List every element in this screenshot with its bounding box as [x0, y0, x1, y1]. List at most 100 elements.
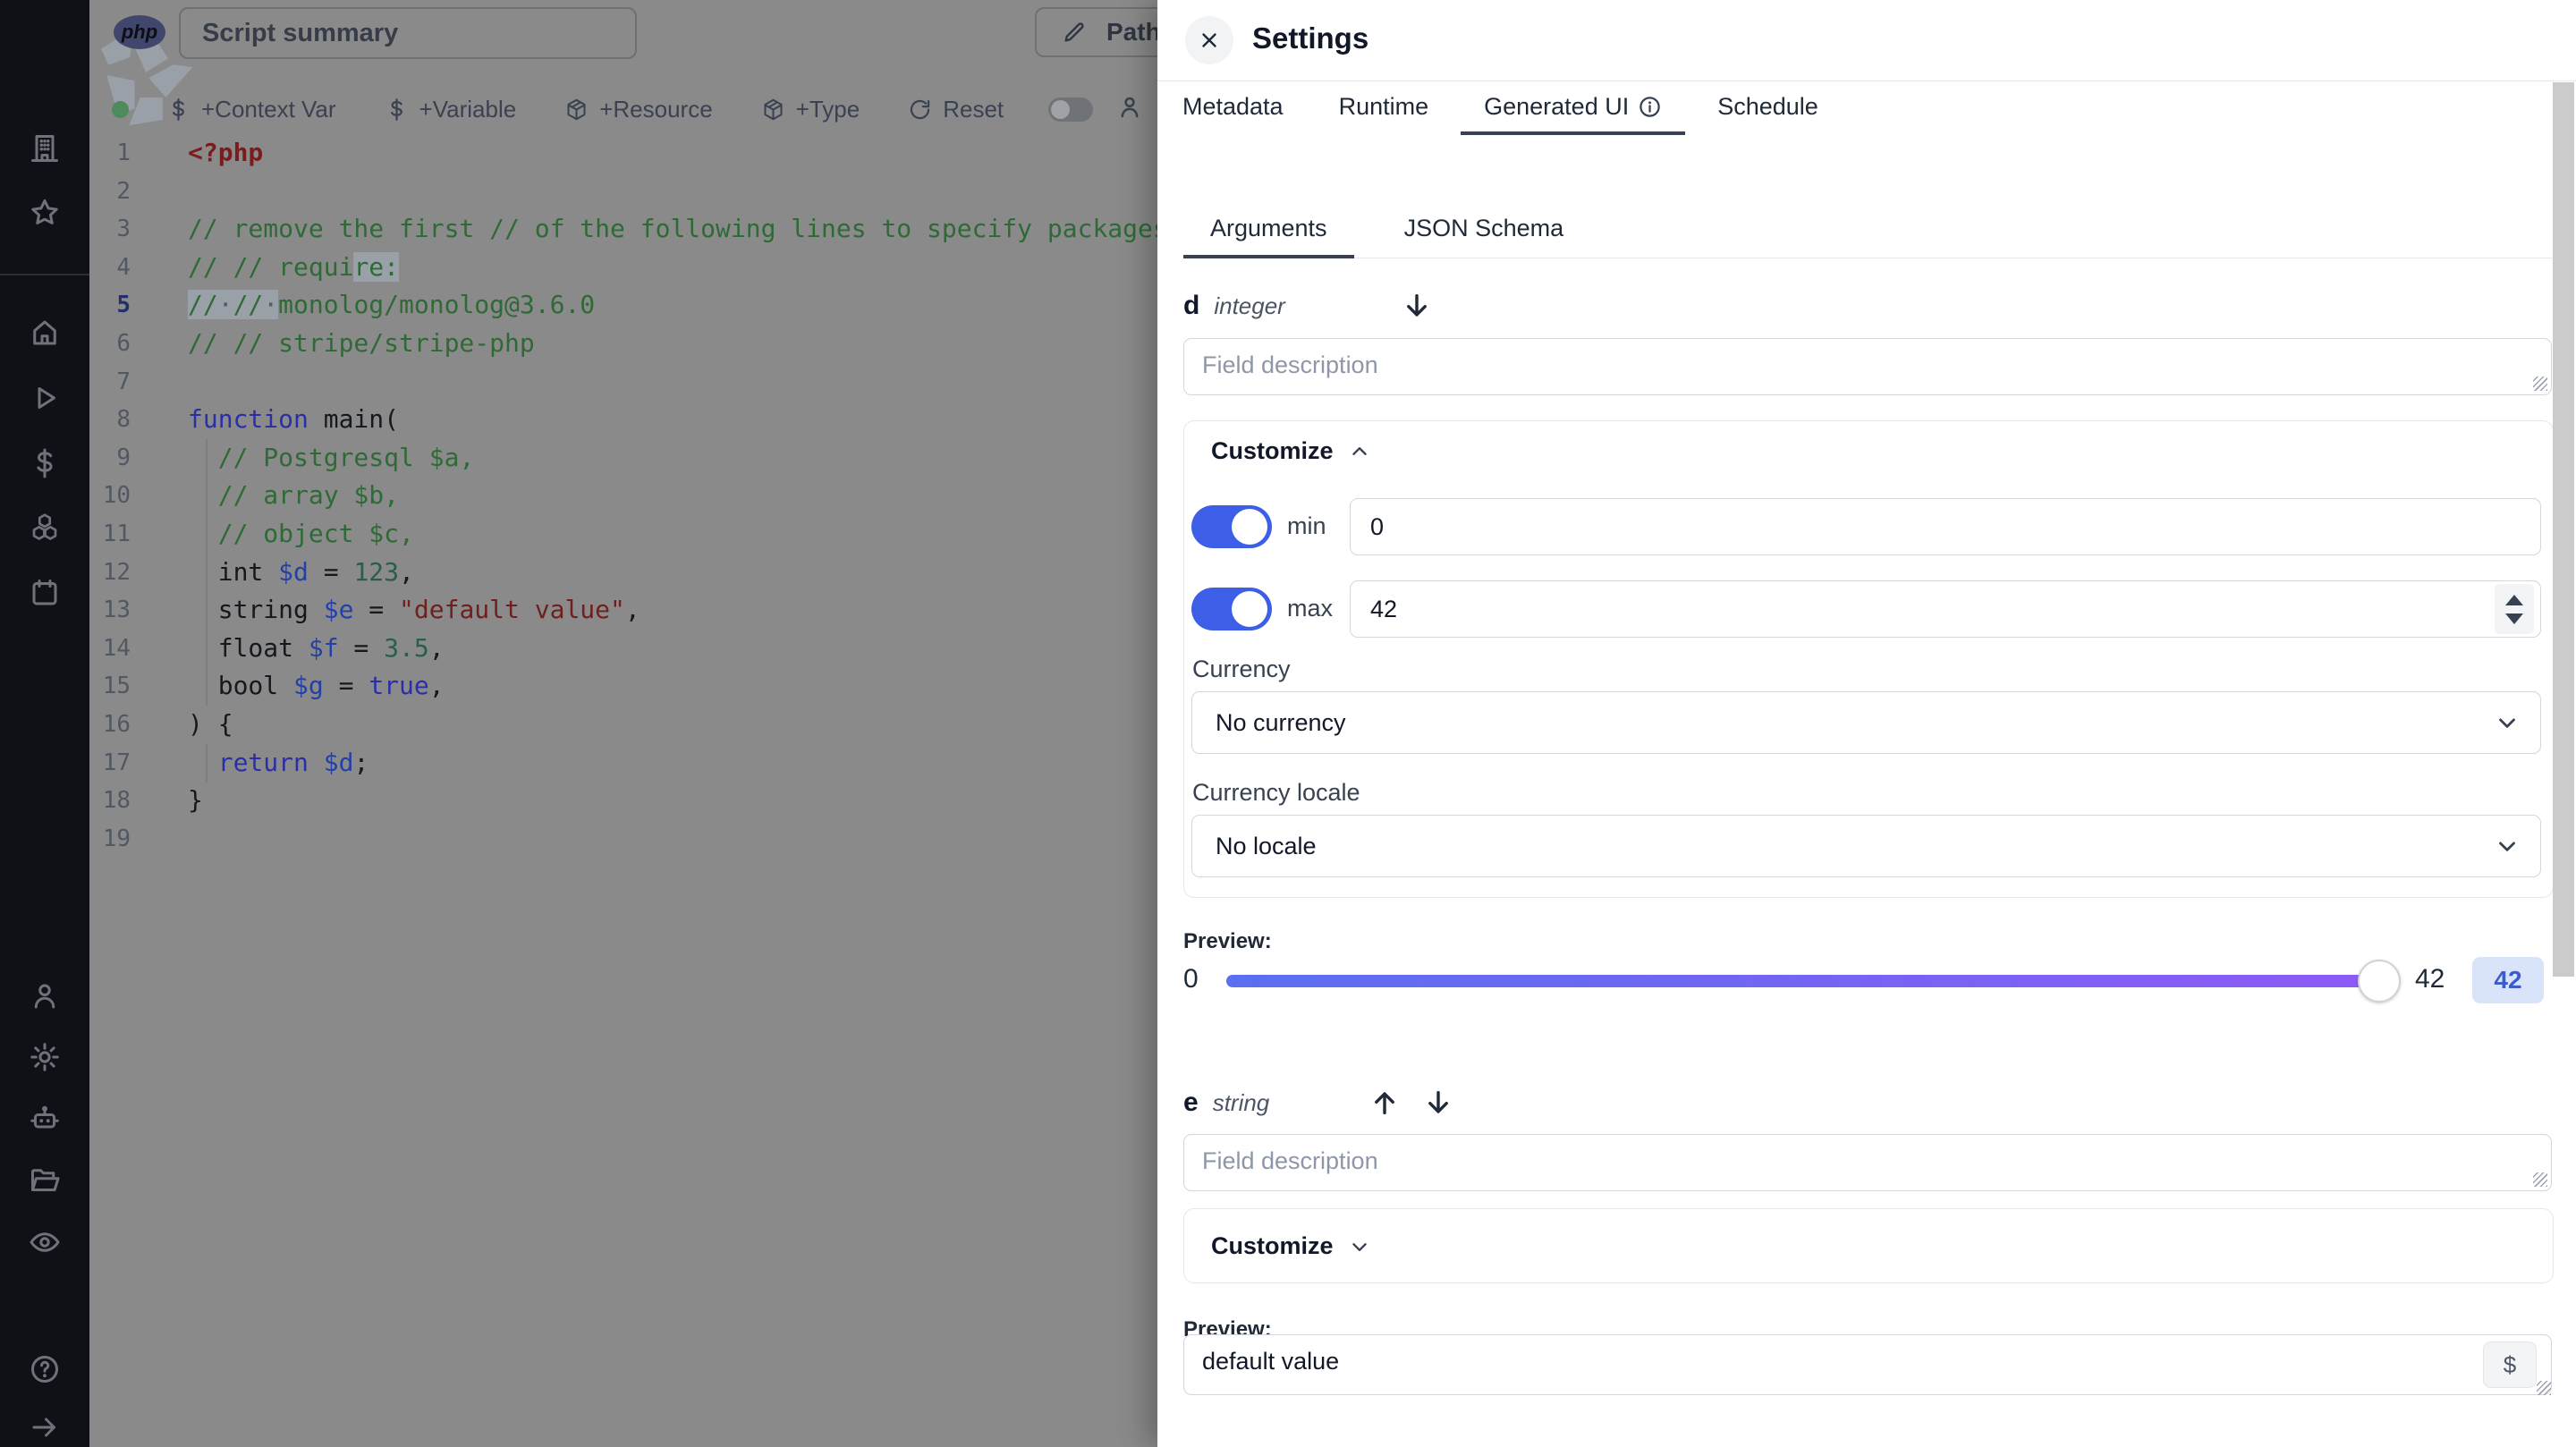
toolbar-button-type[interactable]: +Type	[761, 96, 860, 123]
settings-panel: Settings Metadata Runtime Generated UI Sche…	[1157, 0, 2576, 1447]
customize-toggle-e[interactable]: Customize	[1211, 1232, 1371, 1260]
home-icon	[29, 317, 61, 349]
sidebar-item-expand-sidebar[interactable]	[29, 1411, 61, 1443]
insert-variable-button[interactable]: $	[2483, 1341, 2537, 1388]
sidebar-item-schedules[interactable]	[29, 577, 61, 609]
close-button[interactable]	[1185, 16, 1233, 64]
tab-label: Metadata	[1182, 92, 1284, 120]
line-number: 9	[116, 444, 131, 471]
line-number: 4	[116, 253, 131, 281]
settings-tabs: Metadata Runtime Generated UI Schedule	[1159, 81, 1842, 135]
tab-generated-ui[interactable]: Generated UI	[1461, 81, 1686, 135]
sidebar-item-resources[interactable]	[29, 512, 61, 544]
resize-handle[interactable]	[2533, 1172, 2547, 1187]
toolbar-button-label: +Type	[795, 95, 860, 123]
chevron-up-icon	[1348, 440, 1371, 463]
move-field-down-button[interactable]	[1423, 1087, 1453, 1118]
toolbar-button-variable[interactable]: +Variable	[385, 95, 517, 123]
customize-toggle-d[interactable]: Customize	[1211, 437, 1371, 465]
code-line-content: }	[188, 785, 203, 816]
sidebar-item-workers[interactable]	[29, 1103, 61, 1135]
subtab-arguments[interactable]: Arguments	[1183, 201, 1354, 258]
sidebar-item-account[interactable]	[29, 980, 61, 1012]
code-line-content: string $e = "default value",	[188, 595, 640, 625]
field-type: integer	[1214, 292, 1285, 319]
arrow-down-icon	[1402, 291, 1432, 321]
sidebar-item-workspace[interactable]	[29, 132, 61, 165]
panel-scrollbar[interactable]	[2553, 82, 2574, 977]
script-summary-input[interactable]	[179, 7, 637, 59]
toolbar-button-contextvar[interactable]: +Context Var	[166, 96, 336, 123]
eye-icon	[29, 1226, 61, 1258]
line-number: 15	[102, 673, 131, 700]
line-number: 6	[116, 329, 131, 357]
indent-guide	[206, 439, 208, 706]
code-line-content: return $d;	[217, 747, 369, 777]
line-number: 3	[116, 216, 131, 243]
tab-metadata[interactable]: Metadata	[1159, 81, 1307, 135]
package-icon	[761, 97, 785, 122]
code-line-content: // // stripe/stripe-php	[188, 327, 535, 358]
resize-handle[interactable]	[2533, 377, 2547, 391]
resize-handle[interactable]	[2537, 1381, 2551, 1395]
preview-label-d: Preview:	[1183, 929, 1272, 953]
line-number: 8	[116, 406, 131, 434]
gear-icon	[29, 1041, 61, 1073]
field-e-description-input[interactable]	[1183, 1134, 2552, 1191]
sidebar-item-variables[interactable]	[29, 447, 61, 479]
arrow-down-icon	[1423, 1087, 1453, 1118]
dollar-icon	[385, 97, 409, 122]
sidebar-item-runs[interactable]	[29, 382, 61, 414]
move-field-down-button[interactable]	[1402, 291, 1432, 321]
stepper-down-icon[interactable]	[2505, 613, 2523, 624]
path-button-label: Path	[1106, 18, 1161, 46]
code-line-content: // object $c,	[217, 518, 414, 548]
info-icon	[1638, 95, 1662, 119]
locale-value: No locale	[1216, 832, 1317, 859]
customize-label: Customize	[1211, 1232, 1334, 1259]
max-toggle[interactable]	[1191, 588, 1272, 630]
max-input[interactable]	[1350, 580, 2541, 638]
subtab-json-schema[interactable]: JSON Schema	[1377, 201, 1591, 258]
assistant-toggle[interactable]	[1048, 97, 1094, 122]
field-e-header: e string	[1183, 1085, 1453, 1121]
min-input[interactable]	[1350, 498, 2541, 555]
toolbar-button-reset[interactable]: Reset	[908, 96, 1004, 123]
min-toggle[interactable]	[1191, 505, 1272, 548]
slider-track[interactable]	[1226, 975, 2380, 987]
tab-runtime[interactable]: Runtime	[1316, 81, 1453, 135]
currency-label: Currency	[1192, 656, 1291, 682]
sidebar-item-home[interactable]	[29, 317, 61, 349]
field-type: string	[1212, 1088, 1270, 1116]
tab-schedule[interactable]: Schedule	[1694, 81, 1842, 135]
sidebar-item-favorites[interactable]	[29, 197, 61, 229]
indent-guide	[206, 744, 208, 783]
string-preview-input[interactable]	[1183, 1334, 2552, 1395]
sidebar-item-settings[interactable]	[29, 1041, 61, 1073]
number-stepper[interactable]	[2495, 584, 2534, 634]
toolbar-button-resource[interactable]: +Resource	[564, 96, 713, 123]
field-d-description-input[interactable]	[1183, 338, 2552, 395]
currency-select[interactable]: No currency	[1191, 691, 2541, 754]
sidebar-item-audit-logs[interactable]	[29, 1226, 61, 1258]
user-icon	[29, 980, 61, 1012]
windmill-logo-icon[interactable]	[12, 8, 53, 49]
chevron-down-icon	[1348, 1235, 1371, 1258]
line-number: 18	[102, 787, 131, 815]
code-line-content: int $d = 123,	[188, 556, 414, 587]
chevron-down-icon	[2494, 833, 2521, 859]
stepper-up-icon[interactable]	[2505, 594, 2523, 605]
currency-locale-select[interactable]: No locale	[1191, 815, 2541, 877]
close-icon	[1198, 29, 1221, 52]
sidebar-item-folders[interactable]	[29, 1164, 61, 1197]
line-number: 11	[102, 520, 131, 547]
toolbar-button-label: Reset	[943, 95, 1004, 123]
code-line-content: // remove the first // of the following …	[188, 214, 1168, 244]
toolbar-button-label: +Variable	[419, 95, 517, 123]
arrow-up-icon	[1369, 1087, 1400, 1118]
code-line-content: function main(	[188, 404, 400, 435]
customize-box-d: Customize min max Currency No currency C…	[1183, 420, 2554, 898]
move-field-up-button[interactable]	[1369, 1087, 1400, 1118]
sidebar-item-help[interactable]	[29, 1353, 61, 1385]
slider-thumb[interactable]	[2358, 960, 2401, 1003]
